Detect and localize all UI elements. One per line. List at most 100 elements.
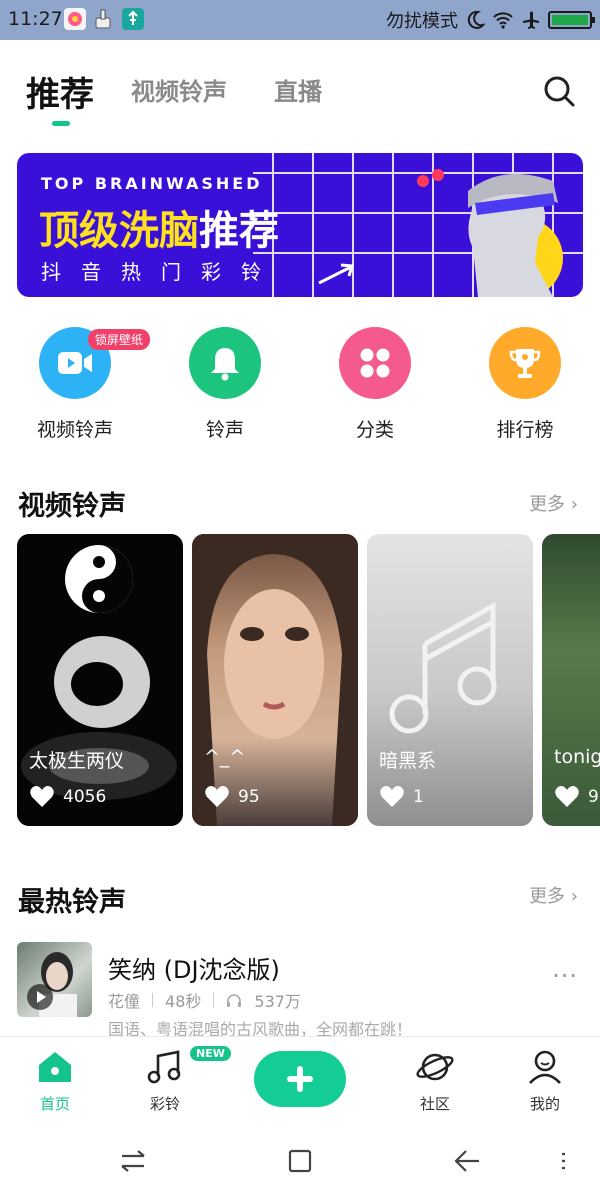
meta-divider	[213, 993, 215, 1007]
chevron-right-icon: ›	[570, 494, 578, 515]
nav-label: 社区	[419, 1095, 450, 1113]
shortcut-label: 分类	[355, 419, 394, 441]
system-navigation	[0, 1120, 600, 1200]
usb-icon	[122, 8, 144, 30]
moon-icon	[467, 10, 485, 29]
video-card[interactable]: 暗黑系 1	[367, 534, 533, 826]
battery-icon	[548, 11, 595, 29]
promo-banner[interactable]: TOP BRAINWASHED 顶级洗脑推荐 抖音热门彩铃	[17, 153, 583, 297]
song-title: 笑纳 (DJ沈念版)	[108, 956, 280, 984]
video-card-partial[interactable]: tonig 9	[542, 534, 600, 826]
nav-label: 我的	[529, 1095, 560, 1113]
nav-community[interactable]: 社区	[395, 1049, 475, 1114]
video-more-link[interactable]: 更多 ›	[529, 490, 578, 516]
tab-video-ringtones[interactable]: 视频铃声	[131, 72, 227, 107]
more-options-icon[interactable]: ···	[552, 962, 578, 990]
yin-yang-thumbnail	[21, 545, 177, 800]
shortcut-ringtones[interactable]: 铃声	[150, 315, 300, 442]
song-duration: 48秒	[165, 992, 202, 1011]
shortcut-label: 排行榜	[496, 419, 554, 441]
nav-label: 首页	[39, 1095, 70, 1113]
like-count: 4056	[63, 787, 107, 807]
banner-title: 顶级洗脑推荐	[39, 198, 279, 256]
more-label: 更多	[529, 886, 566, 907]
airplane-icon	[523, 11, 539, 29]
hot-section-title: 最热铃声	[18, 887, 126, 918]
shortcut-label: 视频铃声	[36, 419, 113, 441]
banner-arrow-icon	[318, 263, 354, 285]
song-row[interactable]: 笑纳 (DJ沈念版) 花僮 48秒 537万 国语、粤语混唱的古风歌曲，全网都在…	[0, 940, 600, 1039]
menu-dots-icon[interactable]	[552, 1146, 572, 1176]
trophy-icon	[489, 327, 561, 399]
video-card[interactable]: 太极生两仪 4056	[17, 534, 183, 826]
active-tab-indicator	[52, 121, 70, 126]
heart-icon	[30, 786, 54, 807]
music-note-thumbnail	[389, 601, 497, 734]
plus-icon	[287, 1066, 313, 1092]
like-count: 9	[588, 787, 599, 807]
status-right: 勿扰模式	[386, 8, 595, 32]
more-label: 更多	[529, 494, 566, 515]
music-note-icon	[147, 1050, 181, 1084]
hot-more-link[interactable]: 更多 ›	[529, 882, 578, 908]
shortcut-categories[interactable]: 分类	[300, 315, 450, 442]
banner-title-highlight: 顶级洗脑	[39, 208, 199, 254]
video-card[interactable]: ^_^ 95	[192, 534, 358, 826]
song-artist: 花僮	[108, 992, 141, 1011]
home-square-icon[interactable]	[285, 1146, 315, 1176]
planet-icon	[416, 1053, 454, 1081]
shortcut-row: 锁屏壁纸 视频铃声 铃声 分类 排行榜	[0, 315, 600, 445]
chevron-right-icon: ›	[570, 886, 578, 907]
like-count: 1	[413, 787, 424, 807]
banner-grid-graphic	[253, 153, 583, 297]
new-badge: NEW	[190, 1046, 231, 1061]
status-time: 11:27	[8, 8, 63, 30]
cleaner-icon	[92, 8, 114, 30]
character-thumbnail	[192, 534, 358, 826]
song-cover	[17, 942, 92, 1017]
video-card-title: 太极生两仪	[29, 750, 125, 772]
status-bar: 11:27 勿扰模式	[0, 0, 600, 40]
battery-fill	[552, 15, 588, 25]
grid-icon	[339, 327, 411, 399]
wallpaper-badge: 锁屏壁纸	[88, 329, 150, 350]
app-notification-icon	[64, 8, 86, 30]
top-tabs: 推荐 视频铃声 直播	[0, 40, 600, 140]
video-card-title: tonig	[554, 746, 600, 768]
video-section-title: 视频铃声	[18, 491, 126, 522]
banner-title-rest: 推荐	[199, 208, 279, 254]
banner-subtitle: 抖音热门彩铃	[41, 260, 281, 284]
heart-icon	[205, 786, 229, 807]
bottom-navigation: 首页 彩铃 NEW 社区 我的	[0, 1036, 600, 1120]
bell-icon	[189, 327, 261, 399]
video-card-likes: 1	[379, 785, 424, 809]
nav-home[interactable]: 首页	[15, 1049, 95, 1114]
create-button[interactable]	[254, 1051, 346, 1107]
headphones-icon	[227, 994, 242, 1007]
nav-me[interactable]: 我的	[505, 1049, 585, 1114]
shortcut-charts[interactable]: 排行榜	[450, 315, 600, 442]
tab-live[interactable]: 直播	[274, 72, 322, 107]
wifi-icon	[493, 12, 513, 29]
video-card-title: 暗黑系	[379, 750, 437, 772]
search-icon[interactable]	[542, 74, 576, 108]
meta-divider	[152, 993, 154, 1007]
back-icon[interactable]	[452, 1146, 482, 1176]
song-plays: 537万	[254, 992, 301, 1011]
shortcut-video-ringtones[interactable]: 锁屏壁纸 视频铃声	[0, 315, 150, 442]
like-count: 95	[238, 787, 260, 807]
shortcut-label: 铃声	[205, 419, 244, 441]
song-meta: 花僮 48秒 537万	[108, 988, 301, 1012]
heart-icon	[555, 786, 579, 807]
play-icon[interactable]	[27, 984, 53, 1010]
user-icon	[529, 1050, 561, 1084]
switch-apps-icon[interactable]	[118, 1146, 148, 1176]
dnd-label: 勿扰模式	[386, 11, 458, 32]
tab-recommend[interactable]: 推荐	[26, 67, 94, 116]
video-card-title: ^_^	[204, 746, 246, 768]
nav-label: 彩铃	[149, 1095, 180, 1113]
video-card-likes: 4056	[29, 785, 106, 809]
heart-icon	[380, 786, 404, 807]
video-card-likes: 95	[204, 785, 260, 809]
video-card-likes: 9	[554, 785, 599, 809]
